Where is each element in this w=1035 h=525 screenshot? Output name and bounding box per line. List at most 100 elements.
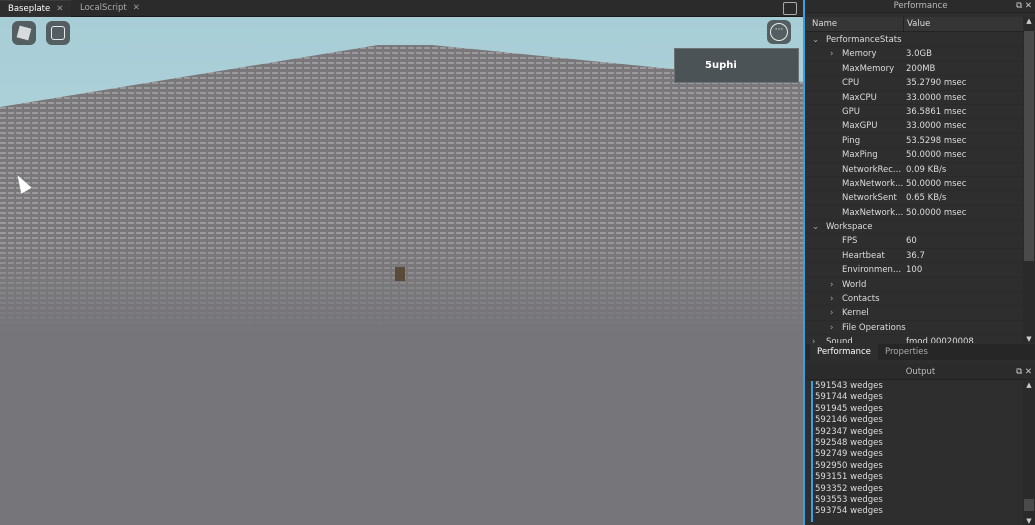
output-line: 593151 wedges [815,472,883,483]
tab-performance[interactable]: Performance [810,344,878,360]
row-name: MaxNetwork... [842,178,904,189]
output-line: 593754 wedges [815,506,883,517]
tree-row[interactable]: ⌄ Workspace [806,220,1023,235]
row-value: 36.5861 msec [906,106,967,117]
row-name: Ping [842,135,861,146]
tree-row[interactable]: GPU 36.5861 msec [806,105,1023,120]
row-value: 200MB [906,63,936,74]
tree-row[interactable]: MaxCPU 33.0000 msec [806,91,1023,105]
row-name: MaxPing [842,150,878,161]
tree-row[interactable]: Ping 53.5298 msec [806,134,1023,149]
window-toggle-icon[interactable] [783,2,797,15]
tree-row[interactable]: NetworkSent 0.65 KB/s [806,191,1023,206]
row-value: 36.7 [906,250,925,261]
roblox-menu-button[interactable] [12,21,36,45]
game-viewport[interactable]: ··· 5uphi [0,17,803,525]
row-name: Heartbeat [842,250,885,261]
row-name: MaxNetwork... [842,207,904,218]
tree-row[interactable]: MaxNetwork... 50.0000 msec [806,177,1023,192]
tree-row[interactable]: MaxNetwork... 50.0000 msec [806,206,1023,221]
output-line: 592548 wedges [815,437,883,448]
tree-row[interactable]: Environmen... 100 [806,263,1023,278]
tree-row[interactable]: › Sound fmod 00020008 [806,335,1023,343]
chevron-down-icon[interactable]: ⌄ [812,220,819,234]
row-name: World [842,279,867,290]
row-value: 0.09 KB/s [906,164,947,175]
column-name[interactable]: Name [812,17,837,31]
tree-row[interactable]: MaxGPU 33.0000 msec [806,119,1023,134]
row-value: fmod 00020008 [906,337,974,343]
output-line: 591744 wedges [815,392,883,403]
tree-row[interactable]: CPU 35.2790 msec [806,76,1023,91]
roblox-logo-icon [16,25,32,41]
output-scrollbar[interactable]: ▲ ▼ [1023,381,1035,525]
output-line: 591945 wedges [815,403,883,414]
row-name: MaxCPU [842,92,877,103]
tab-properties[interactable]: Properties [878,344,935,360]
row-name: NetworkSent [842,193,897,204]
chevron-right-icon[interactable]: › [830,278,833,292]
dock-close-icons[interactable]: ⧉ ✕ [1016,0,1032,12]
player-name-box: 5uphi [674,48,799,83]
close-icon[interactable]: ✕ [133,3,140,13]
tree-row[interactable]: NetworkRec... 0.09 KB/s [806,163,1023,177]
performance-tree: ⌄ PerformanceStats › Memory 3.0GB MaxMemory 20… [806,33,1023,343]
chat-button[interactable] [46,21,70,45]
row-name: MaxMemory [842,63,895,74]
tree-row[interactable]: › File Operations [806,321,1023,336]
row-name: FPS [842,236,858,247]
tree-row[interactable]: MaxPing 50.0000 msec [806,148,1023,163]
tree-row[interactable]: ⌄ PerformanceStats [806,33,1023,48]
scroll-down-icon[interactable]: ▼ [1023,335,1035,343]
ellipsis-icon: ··· [770,23,788,41]
scroll-down-icon[interactable]: ▼ [1023,517,1035,525]
row-value: 100 [906,265,923,276]
tree-row[interactable]: › Contacts [806,292,1023,307]
scroll-up-icon[interactable]: ▲ [1023,381,1035,389]
column-value[interactable]: Value [903,17,930,31]
viewport-focus-border [803,0,805,525]
tab-baseplate[interactable]: Baseplate ✕ [0,0,72,17]
output-line: 592347 wedges [815,426,883,437]
tree-row[interactable]: › Memory 3.0GB [806,47,1023,62]
row-value: 53.5298 msec [906,135,967,146]
chevron-down-icon[interactable]: ⌄ [812,33,819,47]
output-line: 593553 wedges [815,494,883,505]
chevron-right-icon[interactable]: › [830,292,833,306]
chevron-right-icon[interactable]: › [830,306,833,320]
tree-row[interactable]: FPS 60 [806,234,1023,249]
row-value: 3.0GB [906,49,932,60]
output-title-bar: Output ⧉ ✕ [806,364,1035,380]
close-icon[interactable]: ✕ [56,4,63,14]
player-avatar [395,267,405,281]
performance-title-bar: Performance ⧉ ✕ [806,0,1035,13]
scroll-thumb[interactable] [1024,499,1034,511]
row-value: 0.65 KB/s [906,193,947,204]
row-name: PerformanceStats [826,35,902,45]
row-name: Workspace [826,222,873,233]
row-name: File Operations [842,322,906,333]
chevron-right-icon[interactable]: › [812,335,815,343]
row-name: Contacts [842,294,880,305]
tree-row[interactable]: Heartbeat 36.7 [806,249,1023,264]
output-line: 592749 wedges [815,449,883,460]
tree-row[interactable]: MaxMemory 200MB [806,62,1023,77]
tab-localscript[interactable]: LocalScript ✕ [72,0,148,17]
tree-row[interactable]: › Kernel [806,306,1023,321]
column-header: Name Value [806,17,1023,32]
row-value: 33.0000 msec [906,92,967,103]
scroll-thumb[interactable] [1024,31,1034,261]
chevron-right-icon[interactable]: › [830,47,833,61]
scroll-up-icon[interactable]: ▲ [1023,17,1035,25]
row-name: CPU [842,78,860,89]
performance-scrollbar[interactable]: ▲ ▼ [1023,17,1035,343]
row-name: Memory [842,49,877,60]
output-line: 591543 wedges [815,381,883,391]
document-tabs: Baseplate ✕ LocalScript ✕ [0,0,803,17]
more-options-button[interactable]: ··· [767,20,791,44]
chevron-right-icon[interactable]: › [830,321,833,335]
tree-row[interactable]: › World [806,278,1023,293]
row-name: Environmen... [842,265,902,276]
dock-close-icons[interactable]: ⧉ ✕ [1016,364,1032,380]
row-value: 60 [906,236,917,247]
